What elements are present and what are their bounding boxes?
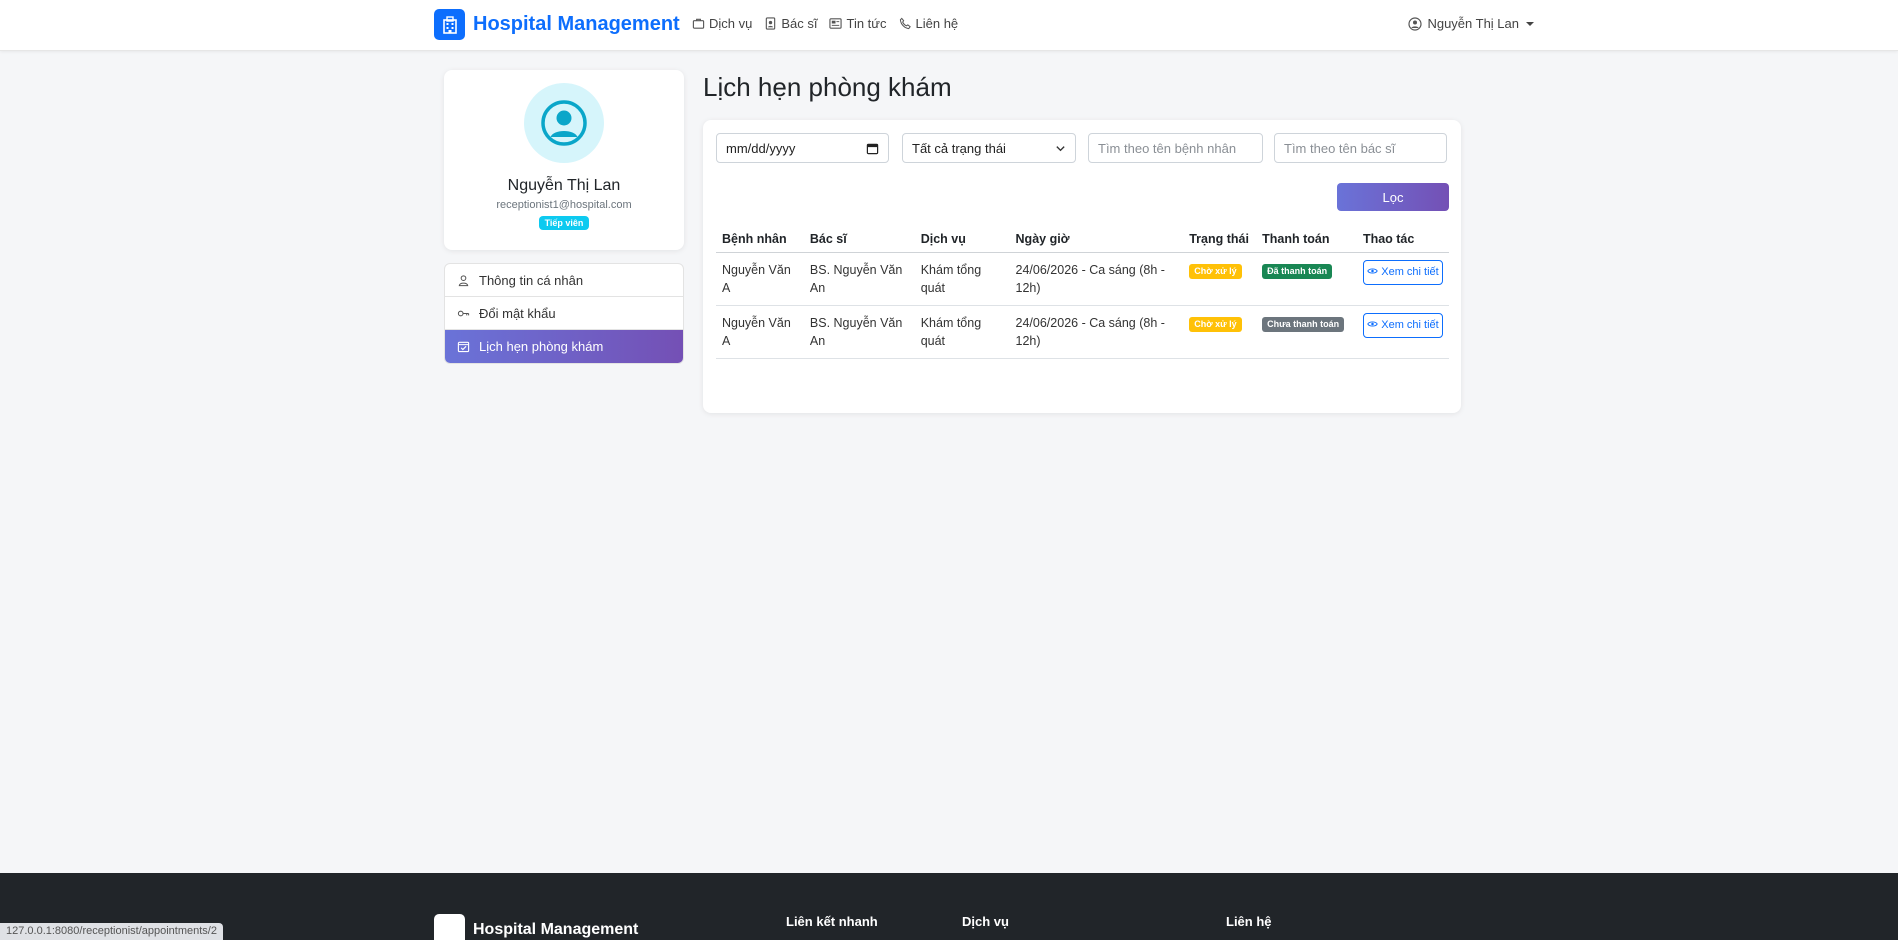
footer-logo: [434, 914, 465, 940]
cell-datetime: 24/06/2026 - Ca sáng (8h - 12h): [1009, 252, 1184, 306]
column-header: Trạng thái: [1183, 230, 1257, 253]
footer-heading-contact: Liên hệ: [1226, 914, 1272, 929]
date-placeholder: mm/dd/yyyy: [726, 140, 796, 156]
status-selected: Tất cả trạng thái: [912, 140, 1006, 156]
phone-icon: [899, 17, 911, 30]
calendar-check-icon: [457, 341, 470, 353]
top-navbar: Hospital Management Dịch vụ Bác sĩ Tin t…: [0, 0, 1898, 51]
calendar-icon[interactable]: [866, 142, 879, 155]
filter-button[interactable]: Lọc: [1337, 183, 1449, 211]
appointments-table: Bệnh nhân Bác sĩ Dịch vụ Ngày giờ Trạng …: [716, 230, 1449, 359]
cell-status: Chờ xử lý: [1183, 252, 1257, 306]
table-row: Nguyễn Văn A BS. Nguyễn Văn An Khám tổng…: [716, 305, 1449, 359]
caret-down-icon: [1526, 21, 1534, 26]
briefcase-icon: [692, 18, 705, 29]
sidebar-item-label: Đổi mật khẩu: [479, 305, 556, 321]
table-row: Nguyễn Văn A BS. Nguyễn Văn An Khám tổng…: [716, 252, 1449, 306]
eye-icon: [1367, 321, 1378, 327]
column-header: Thanh toán: [1256, 230, 1357, 253]
newspaper-icon: [829, 18, 843, 29]
nav-link-label: Liên hệ: [915, 16, 959, 31]
footer: Hospital Management Liên kết nhanh Dịch …: [0, 873, 1898, 940]
sidebar-item-label: Lịch hẹn phòng khám: [479, 339, 604, 354]
browser-status-url: 127.0.0.1:8080/receptionist/appointments…: [0, 923, 223, 940]
doctor-search-placeholder: Tìm theo tên bác sĩ: [1284, 140, 1396, 156]
user-circle-icon: [1408, 16, 1423, 31]
cell-action: Xem chi tiết: [1356, 252, 1449, 306]
nav-link-doctors[interactable]: Bác sĩ: [764, 16, 817, 31]
user-avatar-icon: [541, 100, 587, 146]
patient-search-placeholder: Tìm theo tên bệnh nhân: [1098, 140, 1237, 156]
payment-badge: Đã thanh toán: [1262, 264, 1333, 279]
cell-doctor: BS. Nguyễn Văn An: [803, 305, 915, 359]
nav-link-contact[interactable]: Liên hệ: [899, 16, 959, 31]
person-badge-icon: [766, 17, 776, 30]
cell-doctor: BS. Nguyễn Văn An: [803, 252, 915, 306]
sidebar-item-change-password[interactable]: Đổi mật khẩu: [445, 297, 683, 330]
sidebar-item-appointments[interactable]: Lịch hẹn phòng khám: [445, 330, 683, 363]
cell-status: Chờ xử lý: [1183, 305, 1257, 359]
cell-payment: Chưa thanh toán: [1256, 305, 1357, 359]
hospital-icon: [434, 9, 465, 40]
key-icon: [457, 310, 470, 316]
nav-link-label: Bác sĩ: [781, 16, 818, 31]
column-header: Thao tác: [1356, 230, 1449, 253]
brand-title: Hospital Management: [473, 13, 680, 35]
doctor-search-input[interactable]: Tìm theo tên bác sĩ: [1274, 133, 1447, 163]
view-detail-button[interactable]: Xem chi tiết: [1362, 313, 1443, 338]
status-badge: Chờ xử lý: [1189, 264, 1242, 279]
footer-brand: Hospital Management: [473, 921, 639, 938]
brand[interactable]: Hospital Management: [434, 9, 680, 40]
sidebar-menu: Thông tin cá nhân Đổi mật khẩu Lịch hẹn …: [444, 263, 684, 364]
column-header: Ngày giờ: [1009, 230, 1184, 253]
table-header-row: Bệnh nhân Bác sĩ Dịch vụ Ngày giờ Trạng …: [716, 230, 1449, 253]
role-badge: Tiếp viên: [538, 216, 590, 230]
footer-heading-quick-links: Liên kết nhanh: [786, 914, 878, 929]
appointments-panel: mm/dd/yyyy Tất cả trạng thái Tìm theo tê…: [703, 120, 1461, 413]
nav-links: Dịch vụ Bác sĩ Tin tức Liên hệ: [692, 16, 958, 31]
view-detail-label: Xem chi tiết: [1381, 266, 1439, 278]
footer-heading-services: Dịch vụ: [962, 914, 1009, 929]
patient-search-input[interactable]: Tìm theo tên bệnh nhân: [1088, 133, 1263, 163]
person-icon: [458, 274, 469, 286]
payment-badge: Chưa thanh toán: [1262, 317, 1345, 332]
cell-service: Khám tổng quát: [914, 252, 1010, 306]
column-header: Bệnh nhân: [716, 230, 804, 253]
column-header: Dịch vụ: [914, 230, 1010, 253]
view-detail-button[interactable]: Xem chi tiết: [1362, 260, 1443, 285]
eye-icon: [1367, 268, 1378, 274]
profile-email: receptionist1@hospital.com: [496, 199, 632, 211]
profile-card: Nguyễn Thị Lan receptionist1@hospital.co…: [444, 70, 684, 250]
status-filter-select[interactable]: Tất cả trạng thái: [902, 133, 1076, 163]
sidebar-item-profile[interactable]: Thông tin cá nhân: [445, 264, 683, 297]
sidebar-item-label: Thông tin cá nhân: [479, 272, 584, 288]
column-header: Bác sĩ: [803, 230, 915, 253]
cell-payment: Đã thanh toán: [1256, 252, 1357, 306]
nav-link-news[interactable]: Tin tức: [829, 16, 887, 31]
avatar: [524, 83, 604, 163]
user-name: Nguyễn Thị Lan: [1427, 16, 1519, 31]
cell-service: Khám tổng quát: [914, 305, 1010, 359]
nav-link-label: Tin tức: [846, 16, 887, 31]
view-detail-label: Xem chi tiết: [1381, 319, 1439, 331]
nav-link-label: Dịch vụ: [709, 16, 753, 31]
cell-action: Xem chi tiết: [1356, 305, 1449, 359]
cell-patient: Nguyễn Văn A: [716, 305, 804, 359]
date-filter-input[interactable]: mm/dd/yyyy: [716, 133, 889, 163]
user-menu-dropdown[interactable]: Nguyễn Thị Lan: [1408, 16, 1534, 31]
page-title: Lịch hẹn phòng khám: [703, 72, 952, 102]
chevron-down-icon: [1056, 145, 1065, 151]
profile-name: Nguyễn Thị Lan: [507, 177, 621, 194]
status-badge: Chờ xử lý: [1189, 317, 1242, 332]
nav-link-services[interactable]: Dịch vụ: [692, 16, 752, 31]
cell-datetime: 24/06/2026 - Ca sáng (8h - 12h): [1009, 305, 1184, 359]
cell-patient: Nguyễn Văn A: [716, 252, 804, 306]
